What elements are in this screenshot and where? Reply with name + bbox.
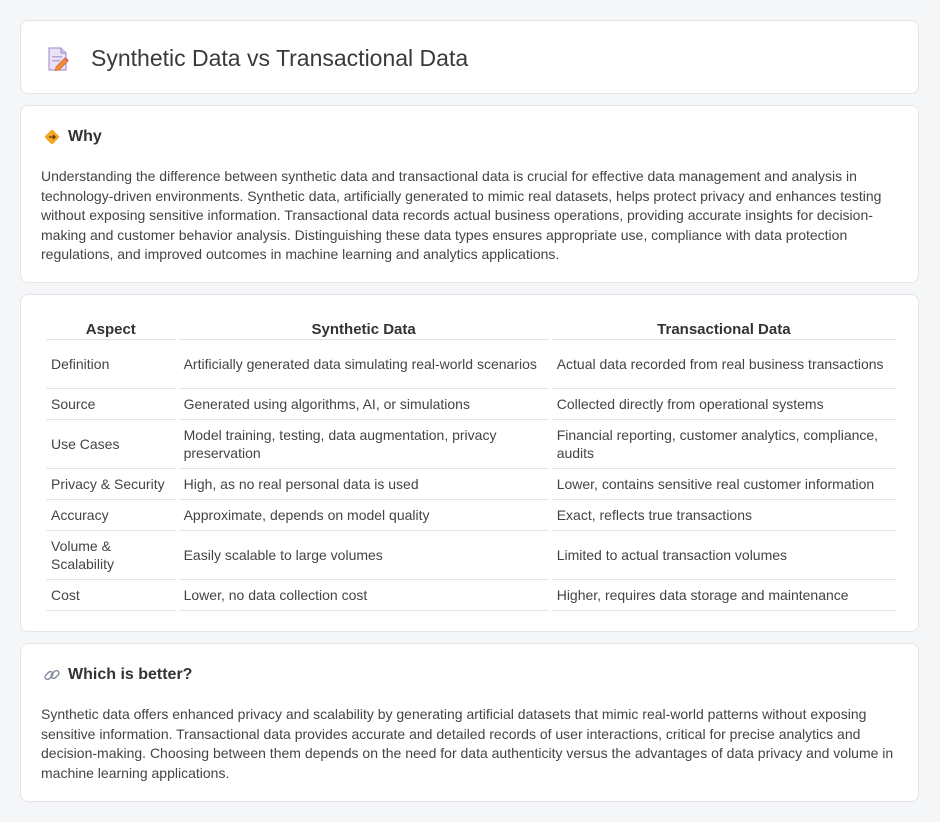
synthetic-cell: Artificially generated data simulating r… xyxy=(178,340,549,389)
transactional-cell: Lower, contains sensitive real customer … xyxy=(551,469,896,500)
table-row: Source Generated using algorithms, AI, o… xyxy=(46,389,896,420)
document-pencil-icon xyxy=(48,47,69,71)
header-transactional-data: Transactional Data xyxy=(551,316,896,340)
link-icon xyxy=(44,669,60,681)
transactional-cell: Actual data recorded from real business … xyxy=(551,340,896,389)
title-row: Synthetic Data vs Transactional Data xyxy=(45,45,468,72)
header-aspect: Aspect xyxy=(46,316,176,340)
why-header: Why xyxy=(43,128,102,146)
table-row: Volume & Scalability Easily scalable to … xyxy=(46,531,896,580)
aspect-cell: Privacy & Security xyxy=(46,469,176,500)
synthetic-cell: Approximate, depends on model quality xyxy=(178,500,549,531)
aspect-cell: Volume & Scalability xyxy=(46,531,176,580)
table-row: Accuracy Approximate, depends on model q… xyxy=(46,500,896,531)
diamond-arrows-icon xyxy=(45,130,59,144)
synthetic-cell: Easily scalable to large volumes xyxy=(178,531,549,580)
table-header-row: Aspect Synthetic Data Transactional Data xyxy=(46,316,896,340)
table-row: Privacy & Security High, as no real pers… xyxy=(46,469,896,500)
why-heading: Why xyxy=(68,128,102,145)
aspect-cell: Source xyxy=(46,389,176,420)
better-text: Synthetic data offers enhanced privacy a… xyxy=(41,706,894,781)
title-card: Synthetic Data vs Transactional Data xyxy=(20,20,919,94)
header-synthetic-data: Synthetic Data xyxy=(178,316,549,340)
synthetic-cell: Model training, testing, data augmentati… xyxy=(178,420,549,469)
aspect-cell: Use Cases xyxy=(46,420,176,469)
why-section: Why Understanding the difference between… xyxy=(20,105,919,283)
transactional-cell: Higher, requires data storage and mainte… xyxy=(551,580,896,611)
transactional-cell: Limited to actual transaction volumes xyxy=(551,531,896,580)
aspect-cell: Cost xyxy=(46,580,176,611)
comparison-section: Aspect Synthetic Data Transactional Data… xyxy=(20,294,919,632)
aspect-cell: Accuracy xyxy=(46,500,176,531)
transactional-cell: Exact, reflects true transactions xyxy=(551,500,896,531)
synthetic-cell: High, as no real personal data is used xyxy=(178,469,549,500)
table-row: Definition Artificially generated data s… xyxy=(46,340,896,389)
comparison-table: Aspect Synthetic Data Transactional Data… xyxy=(43,316,899,611)
synthetic-cell: Generated using algorithms, AI, or simul… xyxy=(178,389,549,420)
better-heading: Which is better? xyxy=(68,666,193,683)
which-is-better-section: Which is better? Synthetic data offers e… xyxy=(20,643,919,802)
table-row: Cost Lower, no data collection cost High… xyxy=(46,580,896,611)
why-text: Understanding the difference between syn… xyxy=(41,168,882,263)
transactional-cell: Financial reporting, customer analytics,… xyxy=(551,420,896,469)
transactional-cell: Collected directly from operational syst… xyxy=(551,389,896,420)
aspect-cell: Definition xyxy=(46,340,176,389)
page-title: Synthetic Data vs Transactional Data xyxy=(91,45,469,71)
table-row: Use Cases Model training, testing, data … xyxy=(46,420,896,469)
better-header: Which is better? xyxy=(43,666,192,684)
synthetic-cell: Lower, no data collection cost xyxy=(178,580,549,611)
